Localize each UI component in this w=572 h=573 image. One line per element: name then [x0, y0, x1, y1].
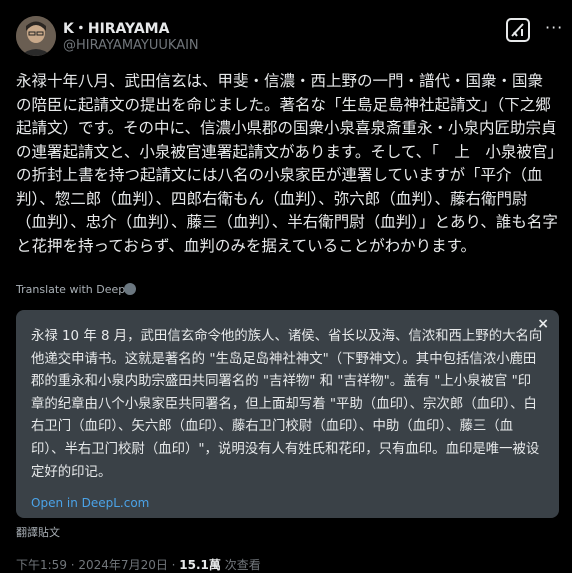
- view-count: 15.1萬: [179, 558, 221, 572]
- timestamp[interactable]: 下午1:59 · 2024年7月20日 ·: [16, 558, 179, 572]
- open-in-deepl-link[interactable]: Open in DeepL.com: [31, 496, 149, 510]
- author-handle[interactable]: @HIRAYAMAYUUKAIN: [63, 38, 199, 53]
- translate-with-deepl-link[interactable]: Translate with DeepL: [16, 283, 131, 296]
- deepl-icon: [124, 283, 136, 295]
- tweet-text: 永禄十年八月、武田信玄は、甲斐・信濃・西上野の一門・譜代・国衆・国衆の陪臣に起請…: [16, 72, 558, 255]
- avatar[interactable]: [16, 16, 56, 56]
- grok-icon[interactable]: [506, 18, 530, 42]
- translation-box: × 永禄 10 年 8 月，武田信玄命令他的族人、诸侯、省长以及海、信浓和西上野…: [16, 310, 559, 518]
- show-original-link[interactable]: 翻譯貼文: [16, 524, 60, 540]
- translation-text: 永禄 10 年 8 月，武田信玄命令他的族人、诸侯、省长以及海、信浓和西上野的大…: [31, 329, 543, 480]
- more-options-icon[interactable]: ···: [545, 18, 563, 37]
- views-label: 次查看: [220, 558, 261, 572]
- author-name[interactable]: K・HIRAYAMA: [63, 18, 169, 38]
- post-meta: 下午1:59 · 2024年7月20日 · 15.1萬 次查看: [16, 556, 261, 573]
